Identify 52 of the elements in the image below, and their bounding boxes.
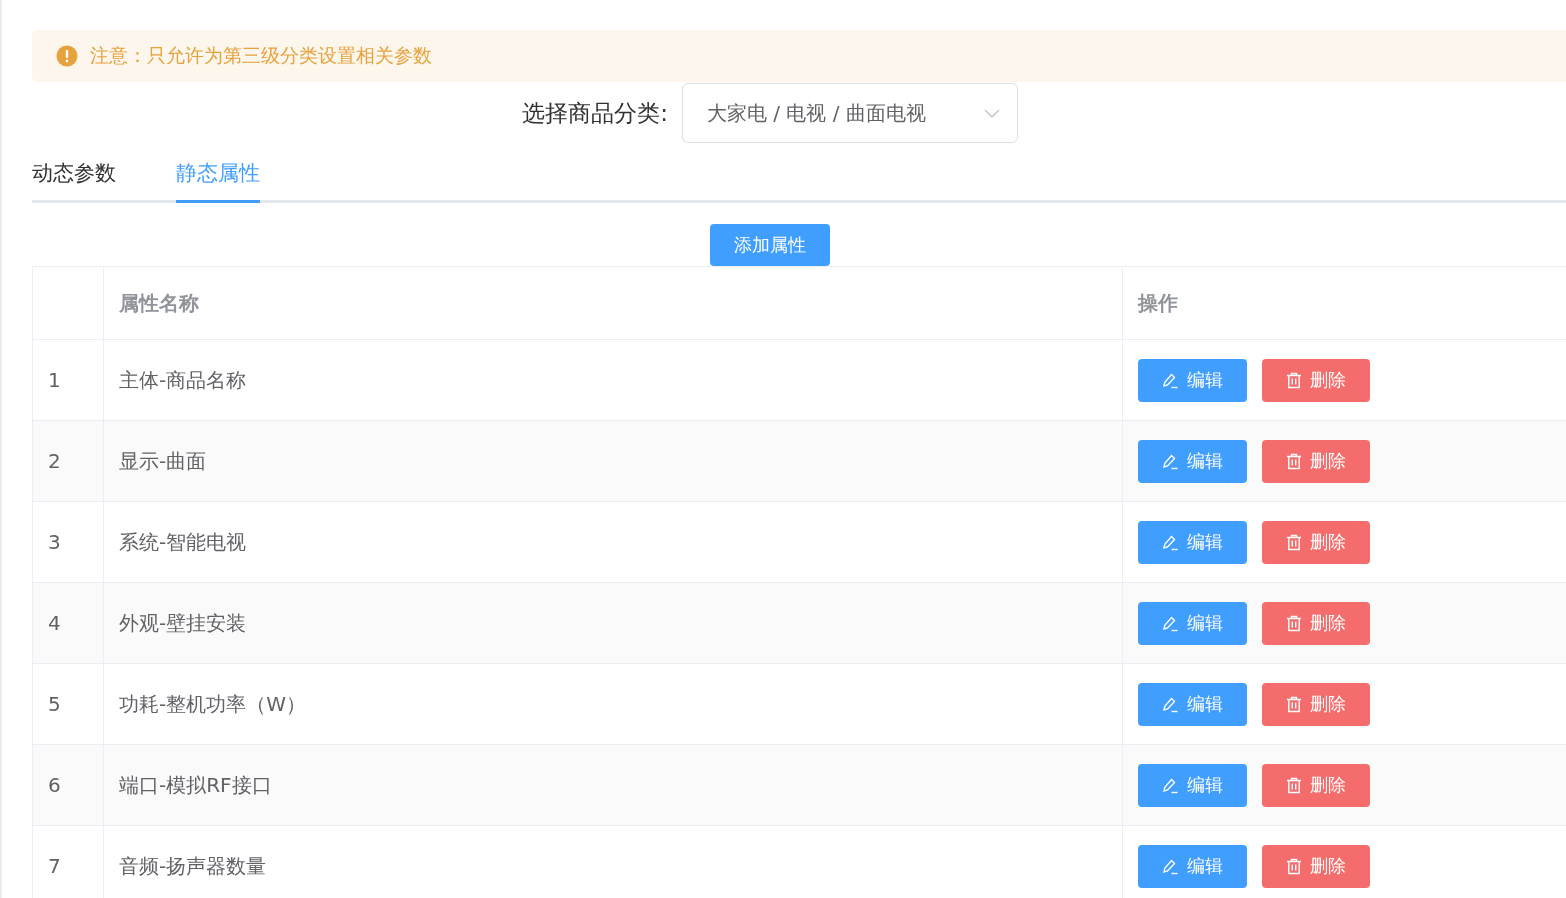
pencil-icon: [1162, 695, 1179, 713]
trash-icon: [1286, 776, 1302, 794]
edit-button[interactable]: 编辑: [1138, 601, 1247, 645]
edit-button[interactable]: 编辑: [1138, 439, 1247, 483]
column-header: 操作: [1122, 266, 1566, 340]
row-number: 6: [32, 744, 104, 826]
attribute-name: 外观-壁挂安装: [103, 582, 1123, 664]
row-number: 7: [32, 825, 104, 898]
attribute-name: 显示-曲面: [103, 420, 1123, 502]
alert-text: 注意：只允许为第三级分类设置相关参数: [90, 43, 432, 68]
trash-icon: [1286, 695, 1302, 713]
row-number: 3: [32, 501, 104, 583]
pencil-icon: [1162, 614, 1179, 632]
select-label: 选择商品分类:: [522, 98, 668, 128]
column-header: 属性名称: [103, 266, 1123, 340]
edit-button[interactable]: 编辑: [1138, 844, 1247, 888]
delete-button[interactable]: 删除: [1262, 520, 1370, 564]
tab[interactable]: 静态属性: [176, 150, 260, 203]
edit-button[interactable]: 编辑: [1138, 682, 1247, 726]
attribute-name: 功耗-整机功率（W）: [103, 663, 1123, 745]
delete-button[interactable]: 删除: [1262, 844, 1370, 888]
attribute-name: 端口-模拟RF接口: [103, 744, 1123, 826]
row-number: 2: [32, 420, 104, 502]
edit-button[interactable]: 编辑: [1138, 358, 1247, 402]
pencil-icon: [1162, 371, 1179, 389]
pencil-icon: [1162, 776, 1179, 794]
trash-icon: [1286, 452, 1302, 470]
trash-icon: [1286, 533, 1302, 551]
attribute-name: 系统-智能电视: [103, 501, 1123, 583]
pencil-icon: [1162, 452, 1179, 470]
category-select[interactable]: 大家电 / 电视 / 曲面电视: [681, 83, 1018, 143]
delete-button[interactable]: 删除: [1262, 763, 1370, 807]
attribute-name: 主体-商品名称: [103, 339, 1123, 421]
pencil-icon: [1162, 533, 1179, 551]
edit-button[interactable]: 编辑: [1138, 520, 1247, 564]
trash-icon: [1286, 857, 1302, 875]
delete-button[interactable]: 删除: [1262, 601, 1370, 645]
trash-icon: [1286, 614, 1302, 632]
tab[interactable]: 动态参数: [32, 150, 116, 203]
warning-icon: [56, 45, 78, 67]
trash-icon: [1286, 371, 1302, 389]
delete-button[interactable]: 删除: [1262, 358, 1370, 402]
delete-button[interactable]: 删除: [1262, 439, 1370, 483]
row-number: 1: [32, 339, 104, 421]
row-number: 5: [32, 663, 104, 745]
pencil-icon: [1162, 857, 1179, 875]
add-attribute-button[interactable]: 添加属性: [710, 224, 830, 266]
edit-button[interactable]: 编辑: [1138, 763, 1247, 807]
chevron-down-icon: [982, 107, 1001, 119]
attribute-name: 音频-扬声器数量: [103, 825, 1123, 898]
row-number: 4: [32, 582, 104, 664]
delete-button[interactable]: 删除: [1262, 682, 1370, 726]
